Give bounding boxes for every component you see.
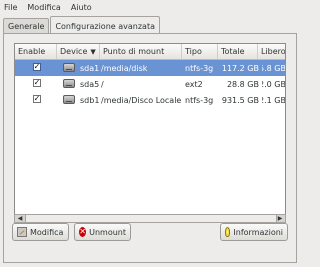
modify-button[interactable]: Modifica <box>12 223 69 241</box>
column-mount-point[interactable]: Punto di mount <box>100 44 182 59</box>
type-cell: ntfs-3g <box>185 63 214 73</box>
unmount-button-label: Unmount <box>89 227 126 237</box>
menu-aiuto[interactable]: Aiuto <box>71 3 92 12</box>
hard-disk-icon <box>63 63 75 72</box>
scroll-left-icon[interactable]: ◀ <box>15 215 25 222</box>
menu-modifica[interactable]: Modifica <box>27 3 60 12</box>
tab-generale[interactable]: Generale <box>3 18 50 34</box>
enable-checkbox[interactable]: ✓ <box>33 63 41 71</box>
free-cell: 85.8 GB <box>262 63 286 73</box>
mount-point-cell: / <box>101 79 104 89</box>
menu-file[interactable]: File <box>4 3 17 12</box>
device-cell: sda1 <box>80 63 100 73</box>
mount-point-cell: /media/disk <box>101 63 148 73</box>
table-row[interactable]: ✓ sdb1 /media/Disco Locale ntfs-3g 931.5… <box>15 92 285 108</box>
column-free[interactable]: Libero <box>258 44 286 59</box>
hard-disk-icon <box>63 95 75 104</box>
column-enable[interactable]: Enable <box>15 44 57 59</box>
device-cell: sdb1 <box>80 95 100 105</box>
stop-icon: ✕ <box>79 227 87 237</box>
mount-point-cell: /media/Disco Locale <box>101 95 182 105</box>
column-total[interactable]: Totale <box>218 44 258 59</box>
column-label: Device <box>60 47 88 56</box>
lightbulb-icon <box>225 227 231 237</box>
modify-button-label: Modifica <box>30 227 64 237</box>
info-button-label: Informazioni <box>233 227 283 237</box>
edit-icon <box>17 227 27 237</box>
tab-label: Configurazione avanzata <box>55 21 155 31</box>
enable-checkbox[interactable]: ✓ <box>33 79 41 87</box>
free-cell: 432.1 GB <box>262 95 286 105</box>
unmount-button[interactable]: ✕ Unmount <box>74 223 131 241</box>
info-button[interactable]: Informazioni <box>220 223 288 241</box>
column-device[interactable]: Device ▼ <box>57 44 100 59</box>
type-cell: ext2 <box>185 79 203 89</box>
free-cell: 22.0 GB <box>262 79 286 89</box>
device-list[interactable]: Enable Device ▼ Punto di mount Tipo Tota… <box>14 43 286 215</box>
list-header: Enable Device ▼ Punto di mount Tipo Tota… <box>15 44 285 60</box>
table-row[interactable]: ✓ sda5 / ext2 28.8 GB 22.0 GB <box>15 76 285 92</box>
scrollbar-thumb[interactable] <box>25 215 277 222</box>
tab-bar: Generale Configurazione avanzata <box>3 14 161 35</box>
column-type[interactable]: Tipo <box>182 44 218 59</box>
total-cell: 931.5 GB <box>221 95 259 105</box>
tab-label: Generale <box>8 22 45 31</box>
horizontal-scrollbar[interactable]: ◀ ▶ <box>14 214 286 223</box>
hard-disk-icon <box>63 79 75 88</box>
enable-checkbox[interactable]: ✓ <box>33 95 41 103</box>
type-cell: ntfs-3g <box>185 95 214 105</box>
scroll-right-icon[interactable]: ▶ <box>275 215 285 222</box>
device-cell: sda5 <box>80 79 100 89</box>
column-label: Enable <box>18 47 46 56</box>
table-row[interactable]: ✓ sda1 /media/disk ntfs-3g 117.2 GB 85.8… <box>15 60 285 76</box>
menu-bar: File Modifica Aiuto <box>0 0 300 14</box>
total-cell: 28.8 GB <box>226 79 259 89</box>
column-label: Tipo <box>185 47 202 56</box>
column-label: Libero <box>261 47 286 56</box>
column-label: Punto di mount <box>103 47 165 56</box>
column-label: Totale <box>221 47 245 56</box>
sort-descending-icon: ▼ <box>90 47 96 56</box>
total-cell: 117.2 GB <box>221 63 259 73</box>
